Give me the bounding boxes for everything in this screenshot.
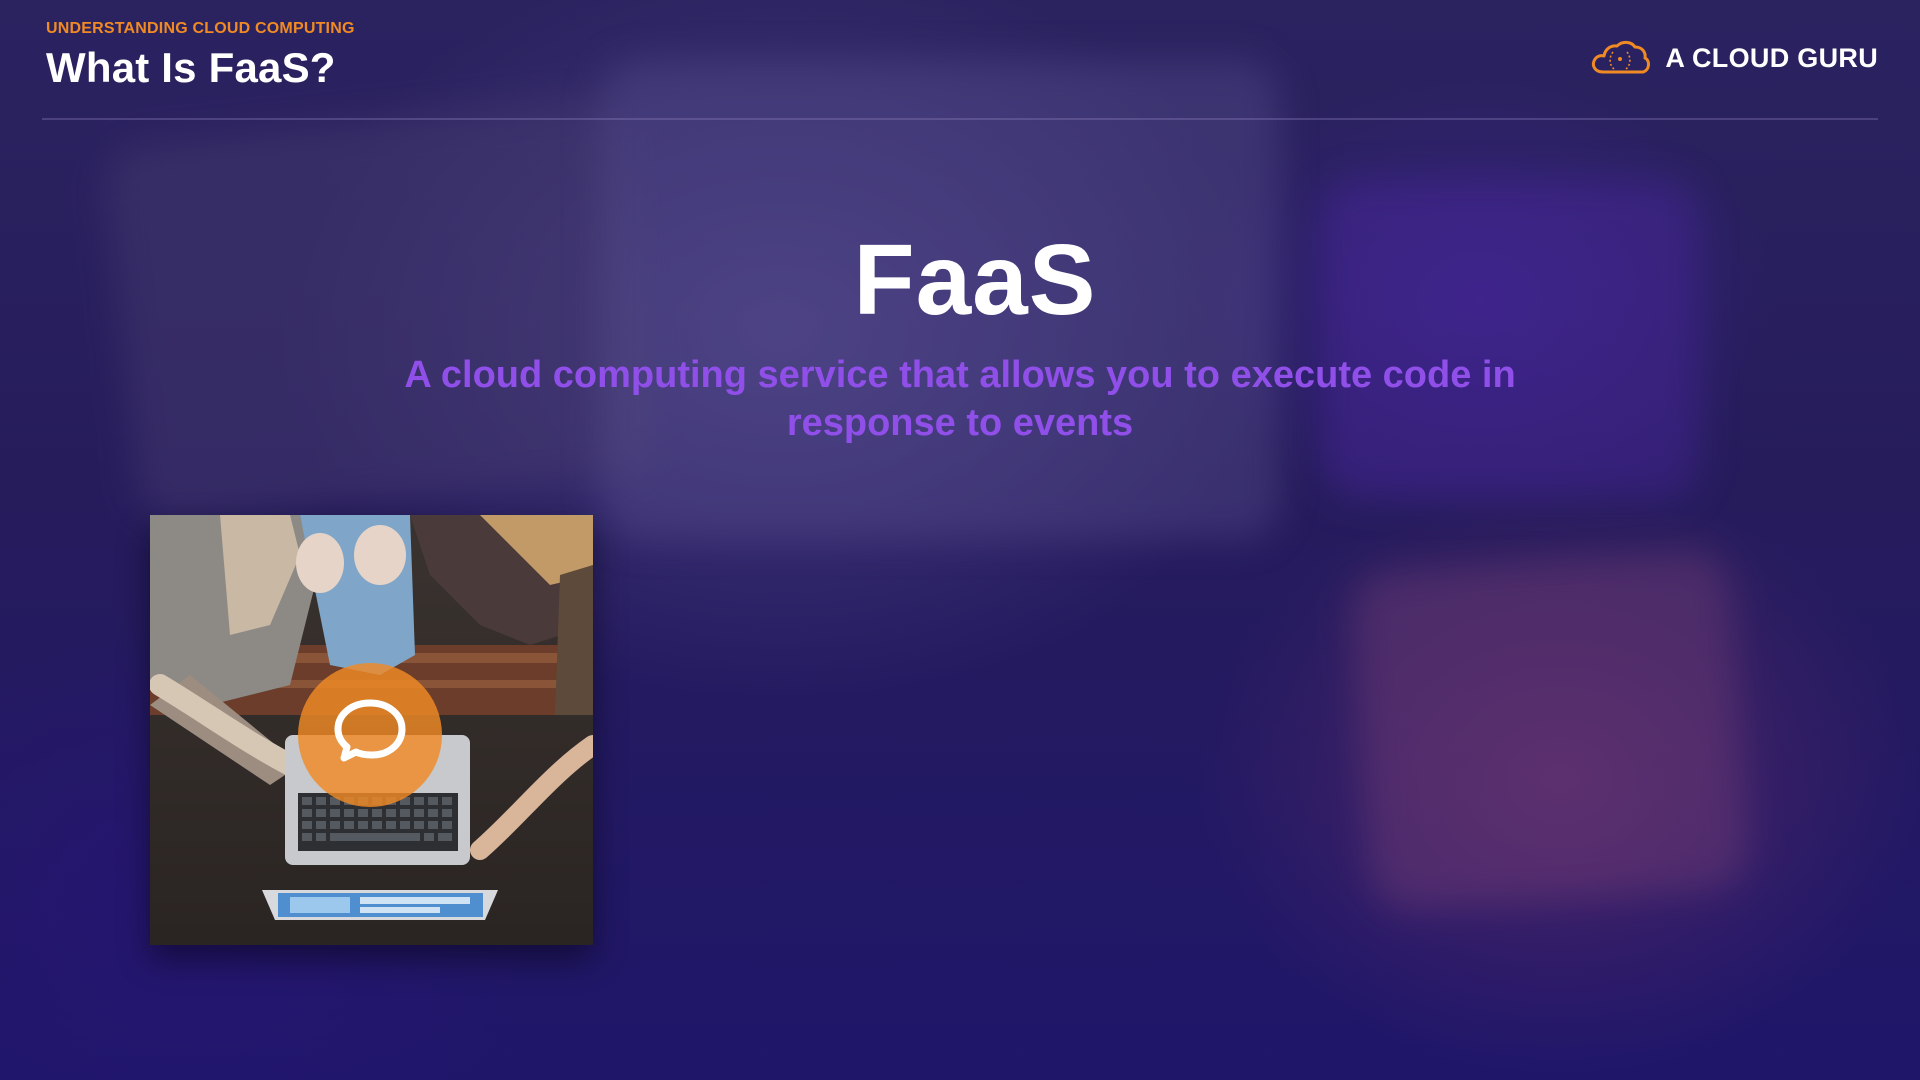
slide-title: What Is FaaS? [46,44,336,91]
illustration-photo [150,515,593,945]
section-kicker: UNDERSTANDING CLOUD COMPUTING [46,20,355,37]
hero-term: FaaS [853,224,1097,336]
people-laptop-illustration [150,515,593,945]
hero-definition: A cloud computing service that allows yo… [404,354,1516,444]
slide-header: UNDERSTANDING CLOUD COMPUTING What Is Fa… [46,20,355,92]
cloud-logo-icon [1592,40,1651,74]
brand-logo: A CLOUD GURU [1589,38,1878,78]
brand-name: A CLOUD GURU [1665,42,1878,73]
header-divider [42,118,1878,120]
hero-section: FaaS A cloud computing service that allo… [0,225,1920,447]
